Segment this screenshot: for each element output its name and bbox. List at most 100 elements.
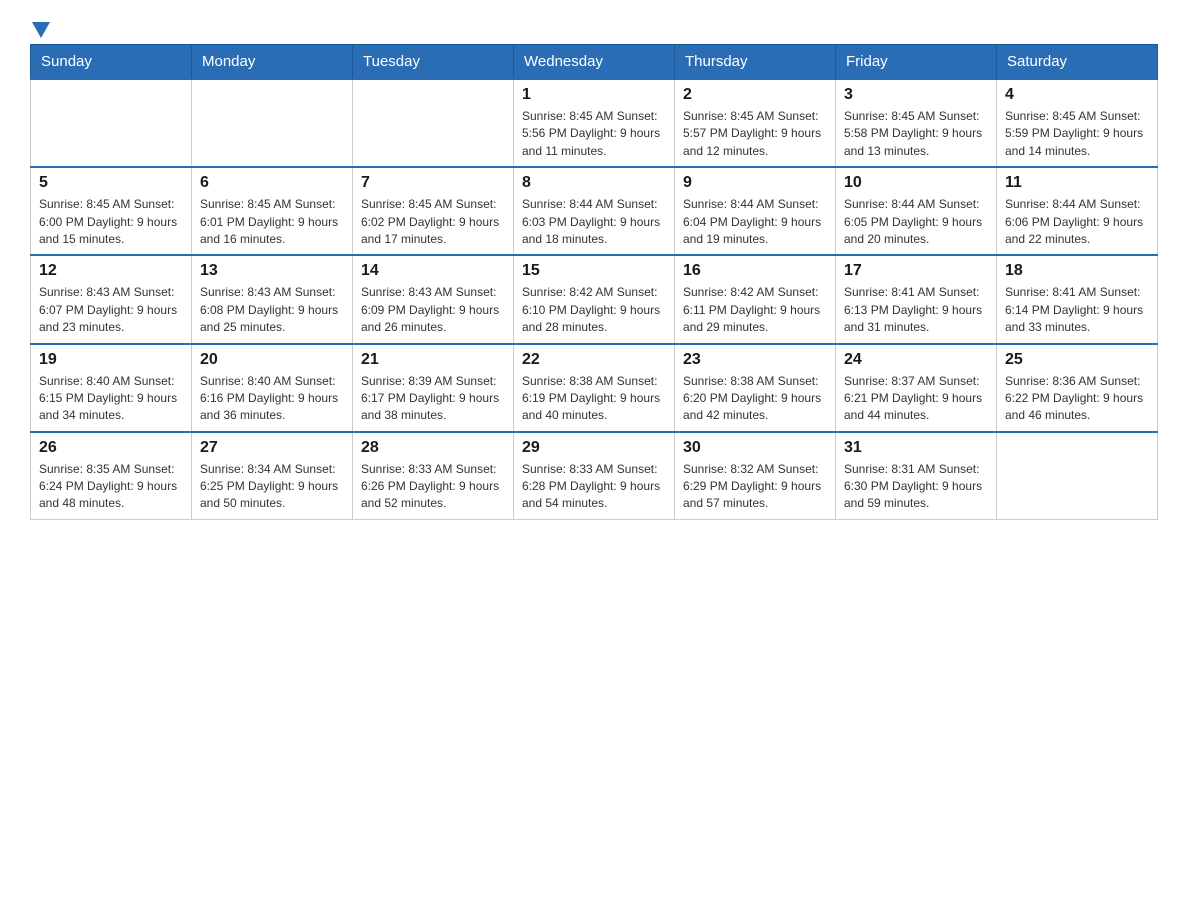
day-number: 8 bbox=[522, 174, 666, 192]
day-number: 27 bbox=[200, 439, 344, 457]
calendar-cell: 12 Sunrise: 8:43 AM Sunset: 6:07 PM Dayli… bbox=[31, 255, 192, 343]
day-number: 28 bbox=[361, 439, 505, 457]
calendar-cell: 13 Sunrise: 8:43 AM Sunset: 6:08 PM Dayli… bbox=[192, 255, 353, 343]
calendar-cell: 14 Sunrise: 8:43 AM Sunset: 6:09 PM Dayli… bbox=[353, 255, 514, 343]
week-row-5: 26 Sunrise: 8:35 AM Sunset: 6:24 PM Dayli… bbox=[31, 432, 1158, 520]
day-info: Sunrise: 8:44 AM Sunset: 6:03 PM Dayligh… bbox=[522, 196, 666, 248]
calendar-cell: 10Sunrise: 8:44 AM Sunset: 6:05 PM Dayli… bbox=[836, 167, 997, 255]
calendar-cell: 22 Sunrise: 8:38 AM Sunset: 6:19 PM Dayli… bbox=[514, 344, 675, 432]
calendar-cell: 20 Sunrise: 8:40 AM Sunset: 6:16 PM Dayli… bbox=[192, 344, 353, 432]
weekday-header-friday: Friday bbox=[836, 45, 997, 80]
day-info: Sunrise: 8:44 AM Sunset: 6:06 PM Dayligh… bbox=[1005, 196, 1149, 248]
day-number: 18 bbox=[1005, 262, 1149, 280]
day-info: Sunrise: 8:45 AM Sunset: 6:01 PM Dayligh… bbox=[200, 196, 344, 248]
day-number: 19 bbox=[39, 351, 183, 369]
day-number: 16 bbox=[683, 262, 827, 280]
day-number: 30 bbox=[683, 439, 827, 457]
calendar-cell: 25 Sunrise: 8:36 AM Sunset: 6:22 PM Dayli… bbox=[997, 344, 1158, 432]
day-number: 1 bbox=[522, 86, 666, 104]
day-number: 22 bbox=[522, 351, 666, 369]
calendar-cell: 17Sunrise: 8:41 AM Sunset: 6:13 PM Dayli… bbox=[836, 255, 997, 343]
calendar-cell: 16Sunrise: 8:42 AM Sunset: 6:11 PM Dayli… bbox=[675, 255, 836, 343]
day-info: Sunrise: 8:37 AM Sunset: 6:21 PM Dayligh… bbox=[844, 373, 988, 425]
weekday-header-tuesday: Tuesday bbox=[353, 45, 514, 80]
calendar-cell: 15 Sunrise: 8:42 AM Sunset: 6:10 PM Dayli… bbox=[514, 255, 675, 343]
calendar-cell: 31 Sunrise: 8:31 AM Sunset: 6:30 PM Dayli… bbox=[836, 432, 997, 520]
calendar-cell: 11 Sunrise: 8:44 AM Sunset: 6:06 PM Dayli… bbox=[997, 167, 1158, 255]
day-info: Sunrise: 8:44 AM Sunset: 6:04 PM Dayligh… bbox=[683, 196, 827, 248]
calendar-cell: 27Sunrise: 8:34 AM Sunset: 6:25 PM Dayli… bbox=[192, 432, 353, 520]
day-info: Sunrise: 8:42 AM Sunset: 6:10 PM Dayligh… bbox=[522, 284, 666, 336]
day-info: Sunrise: 8:32 AM Sunset: 6:29 PM Dayligh… bbox=[683, 461, 827, 513]
day-number: 5 bbox=[39, 174, 183, 192]
day-info: Sunrise: 8:39 AM Sunset: 6:17 PM Dayligh… bbox=[361, 373, 505, 425]
day-info: Sunrise: 8:45 AM Sunset: 5:58 PM Dayligh… bbox=[844, 108, 988, 160]
weekday-header-sunday: Sunday bbox=[31, 45, 192, 80]
calendar-cell bbox=[192, 79, 353, 167]
calendar-cell: 29Sunrise: 8:33 AM Sunset: 6:28 PM Dayli… bbox=[514, 432, 675, 520]
calendar-cell: 7 Sunrise: 8:45 AM Sunset: 6:02 PM Daylig… bbox=[353, 167, 514, 255]
calendar-cell: 8 Sunrise: 8:44 AM Sunset: 6:03 PM Daylig… bbox=[514, 167, 675, 255]
calendar-cell: 28 Sunrise: 8:33 AM Sunset: 6:26 PM Dayli… bbox=[353, 432, 514, 520]
weekday-header-row: SundayMondayTuesdayWednesdayThursdayFrid… bbox=[31, 45, 1158, 80]
day-number: 31 bbox=[844, 439, 988, 457]
week-row-3: 12 Sunrise: 8:43 AM Sunset: 6:07 PM Dayli… bbox=[31, 255, 1158, 343]
weekday-header-monday: Monday bbox=[192, 45, 353, 80]
calendar-cell bbox=[31, 79, 192, 167]
day-info: Sunrise: 8:40 AM Sunset: 6:16 PM Dayligh… bbox=[200, 373, 344, 425]
day-info: Sunrise: 8:45 AM Sunset: 6:02 PM Dayligh… bbox=[361, 196, 505, 248]
weekday-header-thursday: Thursday bbox=[675, 45, 836, 80]
day-number: 17 bbox=[844, 262, 988, 280]
calendar-cell: 2 Sunrise: 8:45 AM Sunset: 5:57 PM Daylig… bbox=[675, 79, 836, 167]
week-row-4: 19 Sunrise: 8:40 AM Sunset: 6:15 PM Dayli… bbox=[31, 344, 1158, 432]
logo-arrow-icon bbox=[32, 22, 50, 38]
weekday-header-wednesday: Wednesday bbox=[514, 45, 675, 80]
calendar-cell: 26 Sunrise: 8:35 AM Sunset: 6:24 PM Dayli… bbox=[31, 432, 192, 520]
day-number: 15 bbox=[522, 262, 666, 280]
day-info: Sunrise: 8:41 AM Sunset: 6:14 PM Dayligh… bbox=[1005, 284, 1149, 336]
calendar-cell: 1Sunrise: 8:45 AM Sunset: 5:56 PM Daylig… bbox=[514, 79, 675, 167]
day-number: 25 bbox=[1005, 351, 1149, 369]
day-number: 11 bbox=[1005, 174, 1149, 192]
day-number: 26 bbox=[39, 439, 183, 457]
calendar-cell bbox=[353, 79, 514, 167]
day-number: 13 bbox=[200, 262, 344, 280]
day-number: 7 bbox=[361, 174, 505, 192]
day-number: 21 bbox=[361, 351, 505, 369]
calendar-cell bbox=[997, 432, 1158, 520]
calendar-cell: 18 Sunrise: 8:41 AM Sunset: 6:14 PM Dayli… bbox=[997, 255, 1158, 343]
calendar-cell: 21 Sunrise: 8:39 AM Sunset: 6:17 PM Dayli… bbox=[353, 344, 514, 432]
day-info: Sunrise: 8:45 AM Sunset: 5:59 PM Dayligh… bbox=[1005, 108, 1149, 160]
day-number: 2 bbox=[683, 86, 827, 104]
logo bbox=[30, 20, 50, 34]
day-info: Sunrise: 8:35 AM Sunset: 6:24 PM Dayligh… bbox=[39, 461, 183, 513]
day-info: Sunrise: 8:43 AM Sunset: 6:09 PM Dayligh… bbox=[361, 284, 505, 336]
day-info: Sunrise: 8:40 AM Sunset: 6:15 PM Dayligh… bbox=[39, 373, 183, 425]
calendar-cell: 4 Sunrise: 8:45 AM Sunset: 5:59 PM Daylig… bbox=[997, 79, 1158, 167]
day-info: Sunrise: 8:43 AM Sunset: 6:07 PM Dayligh… bbox=[39, 284, 183, 336]
day-info: Sunrise: 8:45 AM Sunset: 6:00 PM Dayligh… bbox=[39, 196, 183, 248]
day-number: 9 bbox=[683, 174, 827, 192]
day-info: Sunrise: 8:33 AM Sunset: 6:26 PM Dayligh… bbox=[361, 461, 505, 513]
day-info: Sunrise: 8:33 AM Sunset: 6:28 PM Dayligh… bbox=[522, 461, 666, 513]
day-number: 14 bbox=[361, 262, 505, 280]
calendar-cell: 9 Sunrise: 8:44 AM Sunset: 6:04 PM Daylig… bbox=[675, 167, 836, 255]
day-info: Sunrise: 8:45 AM Sunset: 5:57 PM Dayligh… bbox=[683, 108, 827, 160]
week-row-1: 1Sunrise: 8:45 AM Sunset: 5:56 PM Daylig… bbox=[31, 79, 1158, 167]
day-info: Sunrise: 8:36 AM Sunset: 6:22 PM Dayligh… bbox=[1005, 373, 1149, 425]
day-info: Sunrise: 8:43 AM Sunset: 6:08 PM Dayligh… bbox=[200, 284, 344, 336]
day-number: 12 bbox=[39, 262, 183, 280]
day-info: Sunrise: 8:38 AM Sunset: 6:20 PM Dayligh… bbox=[683, 373, 827, 425]
calendar-cell: 5 Sunrise: 8:45 AM Sunset: 6:00 PM Daylig… bbox=[31, 167, 192, 255]
calendar-cell: 23Sunrise: 8:38 AM Sunset: 6:20 PM Dayli… bbox=[675, 344, 836, 432]
day-info: Sunrise: 8:44 AM Sunset: 6:05 PM Dayligh… bbox=[844, 196, 988, 248]
calendar-cell: 19 Sunrise: 8:40 AM Sunset: 6:15 PM Dayli… bbox=[31, 344, 192, 432]
day-info: Sunrise: 8:38 AM Sunset: 6:19 PM Dayligh… bbox=[522, 373, 666, 425]
week-row-2: 5 Sunrise: 8:45 AM Sunset: 6:00 PM Daylig… bbox=[31, 167, 1158, 255]
day-number: 4 bbox=[1005, 86, 1149, 104]
day-number: 3 bbox=[844, 86, 988, 104]
day-number: 24 bbox=[844, 351, 988, 369]
day-info: Sunrise: 8:31 AM Sunset: 6:30 PM Dayligh… bbox=[844, 461, 988, 513]
day-number: 20 bbox=[200, 351, 344, 369]
weekday-header-saturday: Saturday bbox=[997, 45, 1158, 80]
